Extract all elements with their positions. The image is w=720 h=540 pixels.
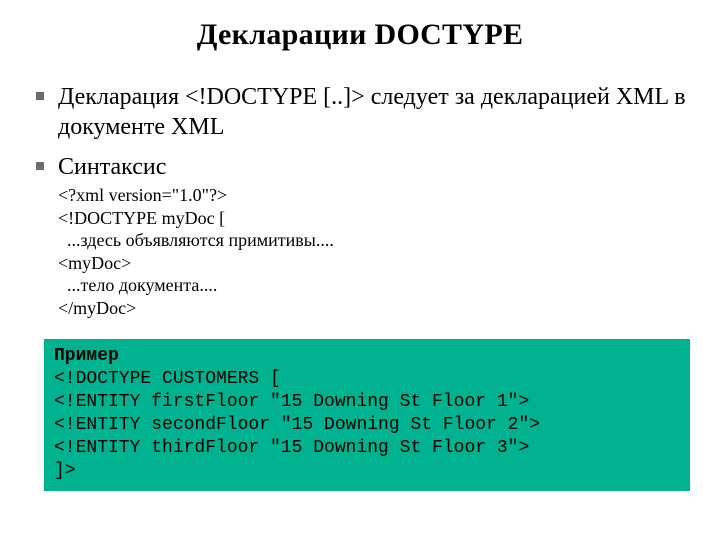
example-line: ]> (54, 460, 680, 483)
example-line: <!ENTITY thirdFloor "15 Downing St Floor… (54, 437, 680, 460)
syntax-line: <!DOCTYPE myDoc [ (58, 207, 690, 230)
example-line: <!ENTITY firstFloor "15 Downing St Floor… (54, 391, 680, 414)
syntax-line: </myDoc> (58, 297, 690, 320)
example-line: <!DOCTYPE CUSTOMERS [ (54, 368, 680, 391)
example-label: Пример (54, 345, 680, 368)
syntax-line: <myDoc> (58, 252, 690, 275)
slide: Декларации DOCTYPE Декларация <!DOCTYPE … (0, 0, 720, 540)
syntax-line: ...здесь объявляются примитивы.... (58, 229, 690, 252)
bullet-item-1: Декларация <!DOCTYPE [..]> следует за де… (30, 82, 690, 142)
bullet-list: Декларация <!DOCTYPE [..]> следует за де… (30, 82, 690, 319)
slide-title: Декларации DOCTYPE (0, 0, 720, 52)
slide-body: Декларация <!DOCTYPE [..]> следует за де… (0, 52, 720, 319)
example-line: <!ENTITY secondFloor "15 Downing St Floo… (54, 414, 680, 437)
bullet-text-2: Синтаксис (58, 154, 166, 180)
bullet-text-1: Декларация <!DOCTYPE [..]> следует за де… (58, 84, 686, 140)
syntax-line: <?xml version="1.0"?> (58, 184, 690, 207)
example-box: Пример <!DOCTYPE CUSTOMERS [ <!ENTITY fi… (44, 339, 690, 491)
bullet-item-2: Синтаксис <?xml version="1.0"?> <!DOCTYP… (30, 152, 690, 319)
syntax-line: ...тело документа.... (58, 274, 690, 297)
syntax-block: <?xml version="1.0"?> <!DOCTYPE myDoc [ … (58, 184, 690, 319)
